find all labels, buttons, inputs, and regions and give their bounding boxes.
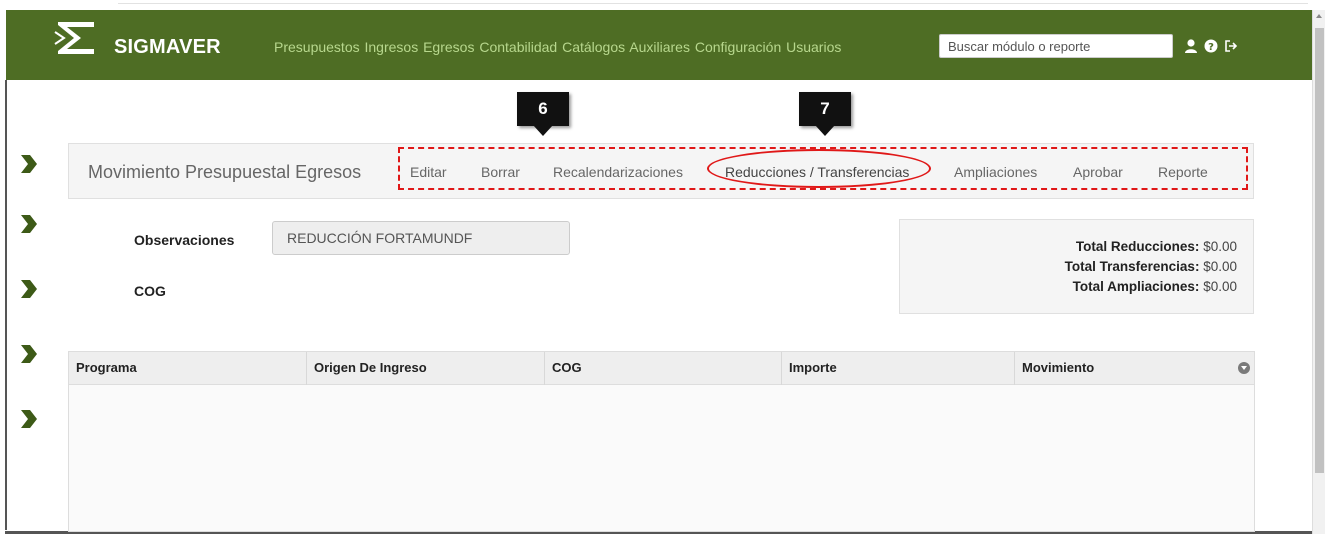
menu-auxiliares[interactable]: Auxiliares (629, 39, 690, 55)
total-reducciones: Total Reducciones: $0.00 (1076, 239, 1237, 254)
menu-presupuestos[interactable]: Presupuestos (274, 39, 360, 55)
scrollbar-thumb[interactable] (1315, 28, 1324, 473)
svg-text:?: ? (1208, 42, 1214, 53)
total-reducciones-value: $0.00 (1203, 239, 1237, 254)
column-menu-icon[interactable] (1238, 362, 1250, 374)
total-ampliaciones-label: Total Ampliaciones: (1072, 279, 1200, 294)
observaciones-label: Observaciones (134, 232, 235, 248)
menu-egresos[interactable]: Egresos (423, 39, 474, 55)
column-header-origen-de-ingreso[interactable]: Origen De Ingreso (307, 352, 545, 385)
recalendarizaciones-button[interactable]: Recalendarizaciones (553, 164, 683, 180)
movements-table: Programa Origen De Ingreso COG Importe M… (68, 351, 1255, 532)
column-header-importe[interactable]: Importe (782, 352, 1015, 385)
callout-7-pointer (815, 125, 835, 136)
reducciones-highlight-ellipse (707, 149, 931, 188)
callout-7-label: 7 (799, 92, 851, 126)
search-input[interactable] (939, 34, 1173, 58)
brand-name[interactable]: SIGMAVER (114, 36, 221, 59)
total-ampliaciones-value: $0.00 (1203, 279, 1237, 294)
chevron-right-icon[interactable] (18, 408, 38, 430)
observaciones-field[interactable]: REDUCCIÓN FORTAMUNDF (272, 221, 570, 255)
vertical-scrollbar[interactable] (1312, 10, 1325, 534)
total-transferencias-label: Total Transferencias: (1064, 259, 1200, 274)
aprobar-button[interactable]: Aprobar (1073, 164, 1123, 180)
left-border (5, 80, 7, 530)
main-menu: Presupuestos Ingresos Egresos Contabilid… (274, 39, 842, 55)
callout-6-pointer (533, 125, 553, 136)
menu-catalogos[interactable]: Catálogos (562, 39, 625, 55)
column-header-cog[interactable]: COG (545, 352, 782, 385)
top-navbar: SIGMAVER Presupuestos Ingresos Egresos C… (6, 10, 1312, 80)
column-header-movimiento[interactable]: Movimiento (1015, 352, 1254, 385)
scroll-up-arrow-icon[interactable] (1316, 14, 1322, 18)
column-header-programa[interactable]: Programa (69, 352, 307, 385)
menu-configuracion[interactable]: Configuración (695, 39, 781, 55)
menu-ingresos[interactable]: Ingresos (365, 39, 419, 55)
chevron-right-icon[interactable] (18, 153, 38, 175)
editar-button[interactable]: Editar (410, 164, 447, 180)
chevron-right-icon[interactable] (18, 278, 38, 300)
reporte-button[interactable]: Reporte (1158, 164, 1208, 180)
menu-usuarios[interactable]: Usuarios (786, 39, 841, 55)
totals-panel: Total Reducciones: $0.00 Total Transfere… (899, 219, 1254, 314)
total-ampliaciones: Total Ampliaciones: $0.00 (1073, 279, 1237, 294)
app-window: SIGMAVER Presupuestos Ingresos Egresos C… (0, 0, 1325, 534)
page-title: Movimiento Presupuestal Egresos (88, 162, 362, 182)
callout-6-label: 6 (517, 92, 569, 126)
table-header: Programa Origen De Ingreso COG Importe M… (69, 352, 1254, 385)
user-icon[interactable] (1184, 38, 1198, 54)
sigmaver-logo-icon[interactable] (54, 18, 98, 58)
cog-label: COG (134, 283, 166, 299)
menu-contabilidad[interactable]: Contabilidad (479, 39, 557, 55)
chevron-right-icon[interactable] (18, 213, 38, 235)
section-header-panel: Movimiento Presupuestal Egresos Editar B… (68, 143, 1254, 199)
total-transferencias-value: $0.00 (1203, 259, 1237, 274)
logout-icon[interactable] (1224, 38, 1238, 54)
user-toolbar: ? (1184, 38, 1238, 54)
top-border (118, 0, 1308, 4)
callout-6: 6 (517, 92, 569, 138)
borrar-button[interactable]: Borrar (481, 164, 520, 180)
callout-7: 7 (799, 92, 851, 138)
chevron-right-icon[interactable] (18, 343, 38, 365)
total-transferencias: Total Transferencias: $0.00 (1065, 259, 1237, 274)
ampliaciones-button[interactable]: Ampliaciones (954, 164, 1037, 180)
total-reducciones-label: Total Reducciones: (1075, 239, 1200, 254)
help-icon[interactable]: ? (1204, 38, 1218, 54)
